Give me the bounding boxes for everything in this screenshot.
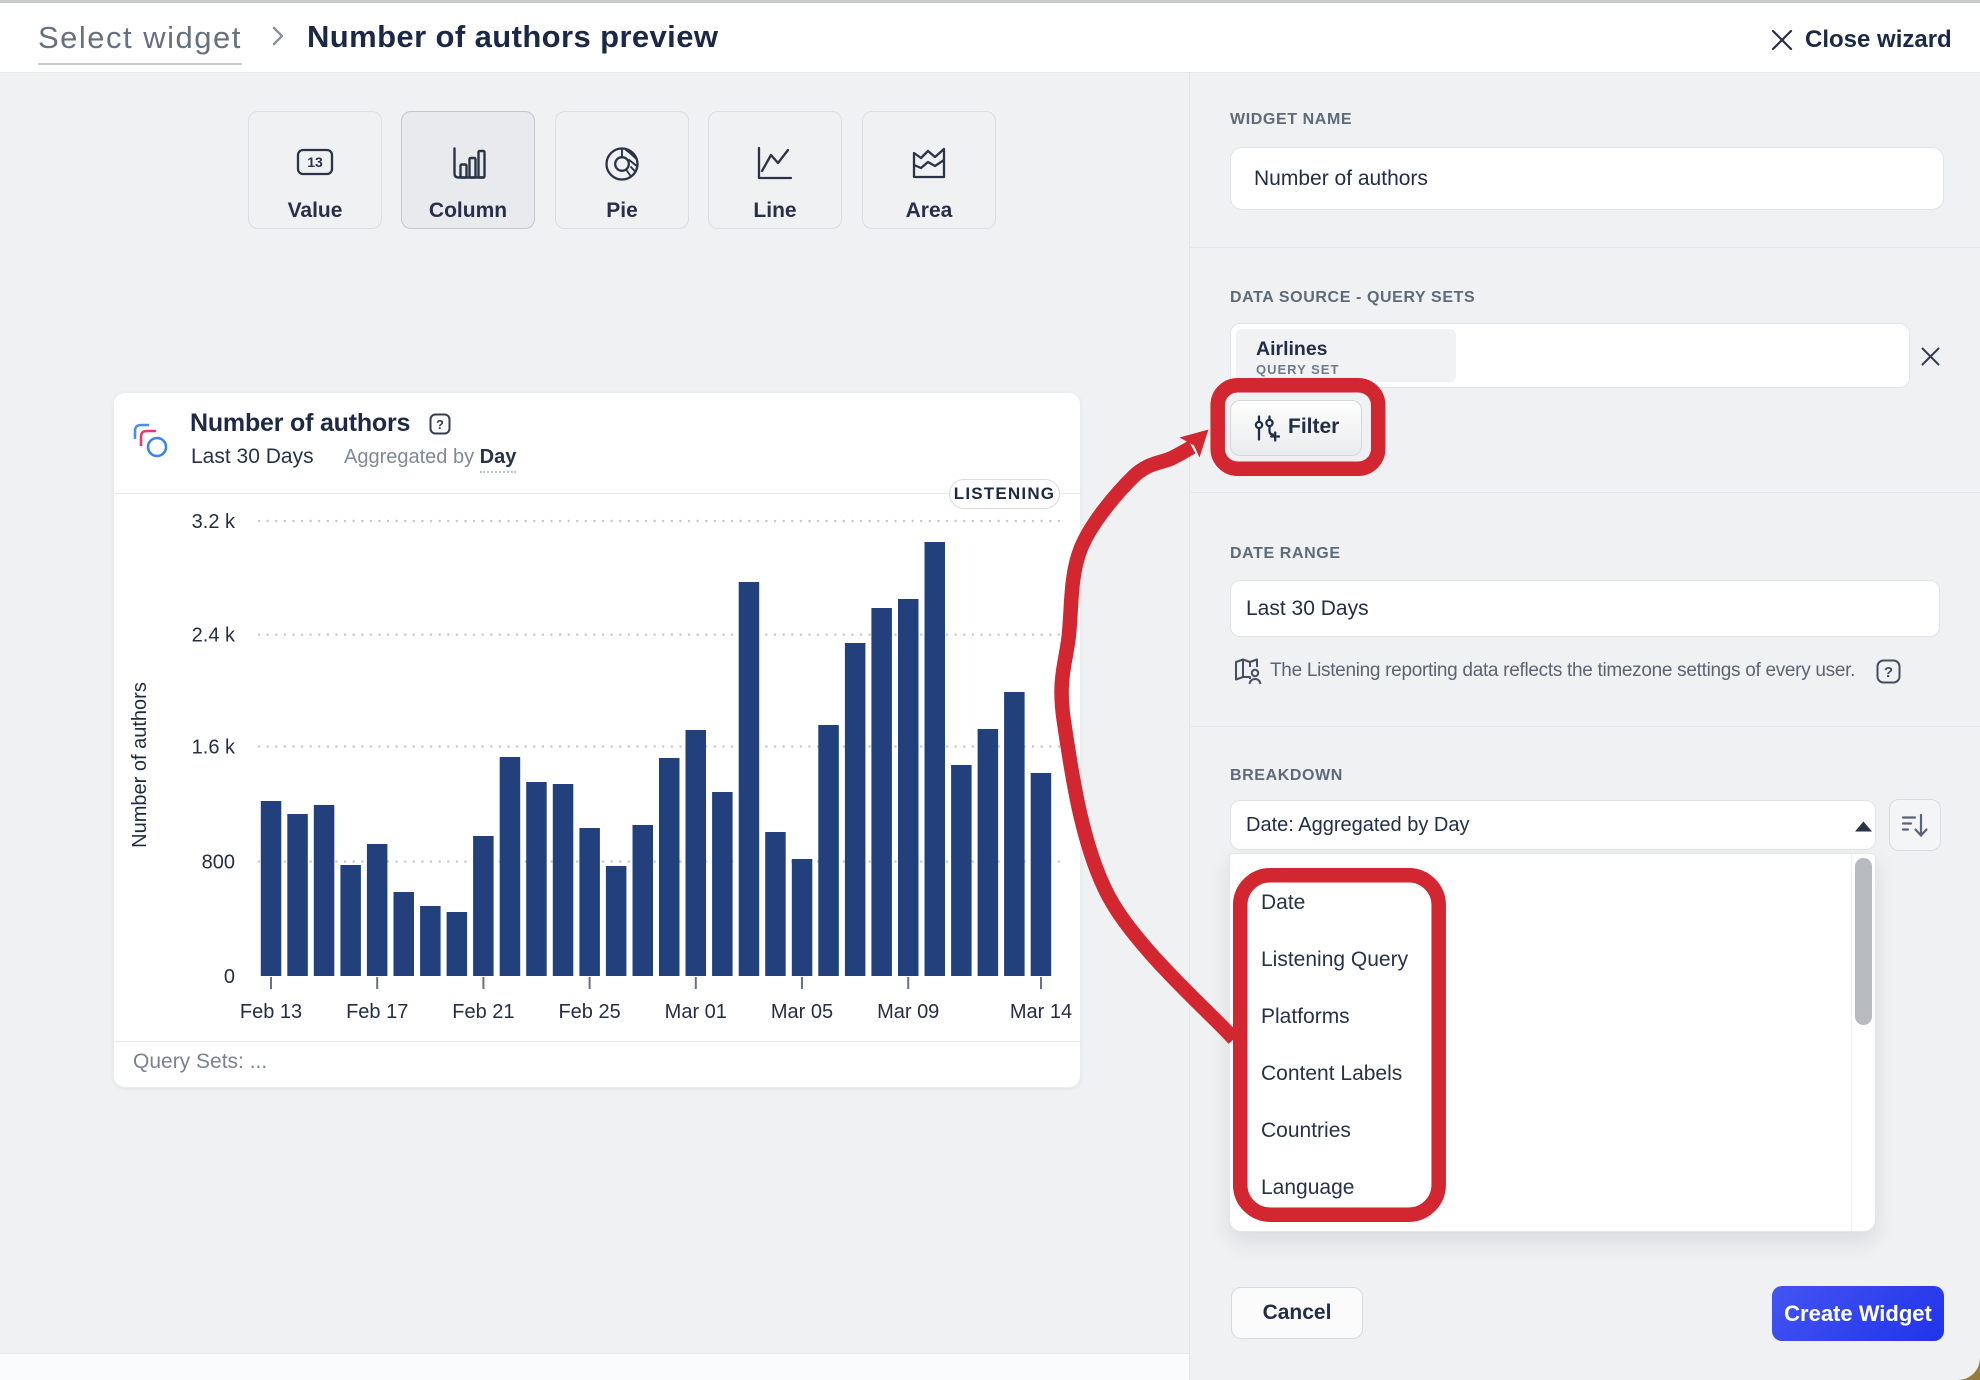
svg-text:Mar 01: Mar 01 — [665, 1001, 727, 1023]
svg-text:Number of authors: Number of authors — [129, 682, 151, 848]
svg-text:?: ? — [436, 417, 444, 432]
svg-text:13: 13 — [307, 154, 323, 170]
svg-text:Mar 05: Mar 05 — [771, 1001, 833, 1023]
svg-text:2.4 k: 2.4 k — [192, 625, 236, 647]
svg-text:3.2 k: 3.2 k — [192, 511, 236, 533]
svg-text:Feb 21: Feb 21 — [452, 1001, 514, 1023]
svg-text:?: ? — [1884, 664, 1893, 681]
svg-text:Feb 13: Feb 13 — [240, 1001, 302, 1023]
svg-text:800: 800 — [202, 852, 235, 874]
svg-text:Feb 25: Feb 25 — [558, 1001, 620, 1023]
svg-text:1.6 k: 1.6 k — [192, 737, 236, 759]
svg-text:Mar 14: Mar 14 — [1010, 1001, 1072, 1023]
svg-text:Feb 17: Feb 17 — [346, 1001, 408, 1023]
svg-text:0: 0 — [224, 966, 235, 988]
svg-text:Mar 09: Mar 09 — [877, 1001, 939, 1023]
